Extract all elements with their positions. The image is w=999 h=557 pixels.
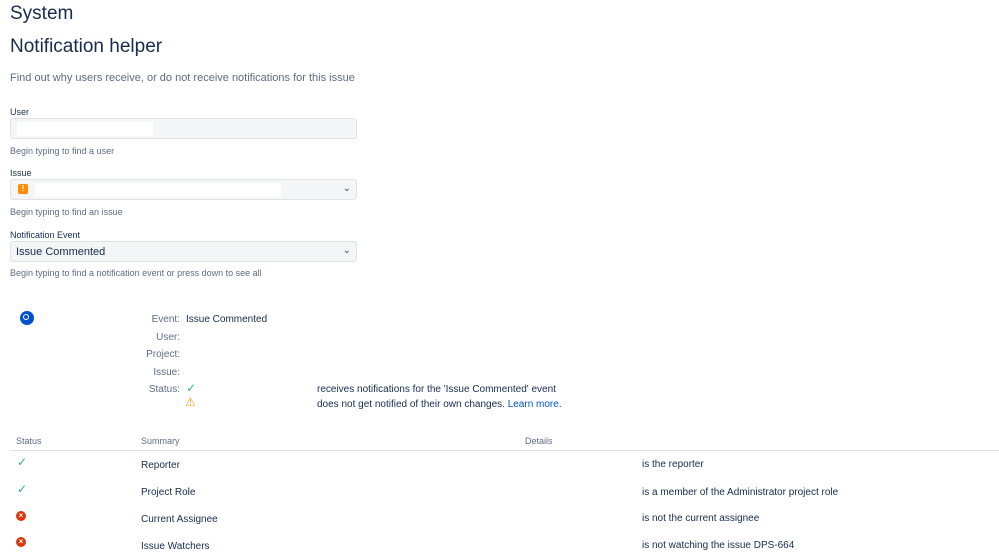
redacted-user-value (17, 122, 153, 136)
issue-label: Issue (10, 168, 32, 178)
result-user-label: User: (156, 332, 180, 343)
table-header-details: Details (525, 436, 553, 446)
row-summary-issue-watchers: Issue Watchers (141, 541, 210, 552)
event-select-value: Issue Commented (16, 246, 106, 258)
chevron-down-icon[interactable]: ⌄ (343, 245, 351, 256)
status-message-own-changes: does not get notified of their own chang… (317, 399, 562, 410)
error-icon: × (16, 537, 26, 547)
status-message-receives: receives notifications for the 'Issue Co… (317, 384, 556, 395)
result-status-label: Status: (148, 384, 180, 395)
row-summary-project-role: Project Role (141, 487, 196, 498)
user-hint: Begin typing to find a user (10, 146, 115, 156)
period: . (558, 399, 562, 410)
chevron-down-icon[interactable]: ⌄ (343, 183, 351, 194)
page-description: Find out why users receive, or do not re… (10, 72, 355, 84)
issue-hint: Begin typing to find an issue (10, 207, 123, 217)
event-hint: Begin typing to find a notification even… (10, 268, 262, 278)
issue-type-icon: ! (18, 184, 28, 194)
check-icon: ✓ (17, 455, 28, 469)
issue-select[interactable]: ! ⌄ (10, 179, 357, 200)
check-icon: ✓ (17, 482, 28, 496)
result-project-label: Project: (146, 349, 180, 360)
section-title: System (10, 3, 74, 24)
table-header-divider (10, 450, 999, 451)
check-icon: ✓ (186, 381, 197, 395)
info-icon (20, 311, 34, 325)
result-event-label: Event: (151, 314, 180, 325)
row-details-issue-watchers: is not watching the issue DPS-664 (642, 540, 795, 551)
page-title: Notification helper (10, 36, 163, 57)
table-header-status: Status (16, 436, 42, 446)
row-details-current-assignee: is not the current assignee (642, 513, 760, 524)
redacted-issue-value (35, 183, 281, 197)
row-details-reporter: is the reporter (642, 459, 704, 470)
learn-more-link[interactable]: Learn more (508, 399, 559, 410)
row-summary-reporter: Reporter (141, 460, 180, 471)
row-summary-current-assignee: Current Assignee (141, 514, 218, 525)
user-label: User (10, 107, 30, 117)
event-select[interactable]: Issue Commented ⌄ (10, 241, 357, 262)
user-input[interactable] (10, 118, 357, 139)
result-issue-label: Issue: (153, 367, 180, 378)
row-details-project-role: is a member of the Administrator project… (642, 487, 839, 498)
own-changes-text: does not get notified of their own chang… (317, 399, 505, 410)
result-event-value: Issue Commented (186, 314, 268, 325)
event-label: Notification Event (10, 230, 81, 240)
warning-icon: ⚠ (185, 395, 196, 409)
table-header-summary: Summary (141, 436, 180, 446)
error-icon: × (16, 511, 26, 521)
